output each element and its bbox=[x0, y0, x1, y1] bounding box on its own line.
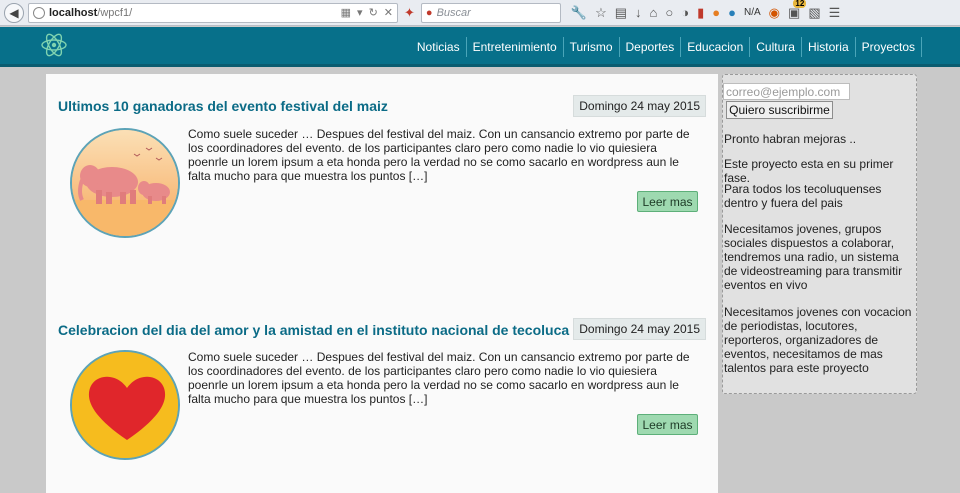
bookmark-star-icon[interactable]: ☆ bbox=[595, 5, 607, 21]
post-title[interactable]: Celebracion del dia del amor y la amista… bbox=[58, 322, 569, 338]
close-icon[interactable]: ✕ bbox=[384, 6, 393, 19]
pocket-icon[interactable]: ● bbox=[712, 5, 720, 20]
notifications-icon[interactable]: ▣ 12 bbox=[788, 0, 807, 21]
pdf-icon[interactable]: ▮ bbox=[697, 5, 704, 21]
main-nav: Noticias Entretenimiento Turismo Deporte… bbox=[417, 37, 922, 57]
sidebar-paragraph: Necesitamos jovenes, grupos sociales dis… bbox=[724, 222, 903, 292]
nav-item-educacion[interactable]: Educacion bbox=[681, 37, 751, 57]
addon-circle-icon[interactable]: ◑ bbox=[681, 5, 689, 20]
browser-toolbar: ◀ localhost/wpcf1/ ▦ ▾ ↻ ✕ ✦ ● Buscar 🔧 … bbox=[0, 0, 960, 26]
read-more-button[interactable]: Leer mas bbox=[637, 414, 698, 435]
atom-logo-icon[interactable] bbox=[40, 31, 68, 59]
rank-text: N/A bbox=[744, 7, 761, 18]
nav-item-cultura[interactable]: Cultura bbox=[750, 37, 802, 57]
elephants-image bbox=[72, 130, 178, 236]
dropdown-icon[interactable]: ▾ bbox=[357, 6, 363, 19]
nav-item-deportes[interactable]: Deportes bbox=[620, 37, 682, 57]
sidebar: Quiero suscribirme Pronto habran mejoras… bbox=[722, 74, 917, 394]
globe-icon bbox=[33, 6, 45, 19]
email-field[interactable] bbox=[723, 83, 850, 100]
search-box[interactable]: ● Buscar bbox=[420, 2, 561, 23]
sidebar-paragraph: Para todos los tecoluquenses dentro y fu… bbox=[724, 182, 882, 210]
main-content: Ultimos 10 ganadoras del evento festival… bbox=[46, 74, 718, 493]
reader-icon[interactable]: ▦ bbox=[341, 6, 351, 19]
nav-item-entretenimiento[interactable]: Entretenimiento bbox=[467, 37, 564, 57]
post-excerpt: Como suele suceder … Despues del festiva… bbox=[188, 127, 690, 183]
globe-addon-icon[interactable]: ● bbox=[728, 5, 736, 20]
clipboard-icon[interactable]: ▤ bbox=[615, 5, 627, 21]
back-button[interactable]: ◀ bbox=[4, 2, 24, 23]
url-path: /wpcf1/ bbox=[97, 6, 133, 19]
sidebar-paragraph: Necesitamos jovenes con vocacion de peri… bbox=[724, 305, 912, 375]
nav-item-noticias[interactable]: Noticias bbox=[417, 37, 467, 57]
home-icon[interactable]: ⌂ bbox=[650, 5, 658, 20]
post-title[interactable]: Ultimos 10 ganadoras del evento festival… bbox=[58, 98, 388, 114]
wrench-icon[interactable]: 🔧 bbox=[571, 5, 587, 21]
back-arrow-icon: ◀ bbox=[9, 5, 19, 20]
trash-icon[interactable]: ▧ bbox=[808, 5, 820, 21]
post-date: Domingo 24 may 2015 bbox=[573, 318, 706, 340]
read-more-button[interactable]: Leer mas bbox=[637, 191, 698, 212]
post-excerpt: Como suele suceder … Despues del festiva… bbox=[188, 350, 690, 406]
nav-item-historia[interactable]: Historia bbox=[802, 37, 856, 57]
addon-icon[interactable]: ✦ bbox=[404, 5, 415, 21]
palette-icon[interactable]: ◉ bbox=[769, 5, 780, 21]
nav-item-proyectos[interactable]: Proyectos bbox=[856, 37, 922, 57]
menu-icon[interactable]: ☰ bbox=[829, 5, 841, 21]
nav-item-turismo[interactable]: Turismo bbox=[564, 37, 620, 57]
search-engine-icon: ● bbox=[425, 6, 433, 19]
post-thumbnail[interactable] bbox=[70, 128, 180, 238]
sidebar-paragraph: Este proyecto esta en su primer fase. bbox=[724, 157, 894, 185]
url-host: localhost bbox=[49, 6, 98, 19]
site-header: Noticias Entretenimiento Turismo Deporte… bbox=[0, 27, 960, 67]
address-bar[interactable]: localhost/wpcf1/ ▦ ▾ ↻ ✕ bbox=[28, 2, 398, 23]
notifications-badge: 12 bbox=[793, 0, 807, 8]
reload-icon[interactable]: ↻ bbox=[369, 6, 378, 19]
sidebar-paragraph: Pronto habran mejoras .. bbox=[724, 132, 857, 146]
subscribe-button[interactable]: Quiero suscribirme bbox=[726, 101, 833, 119]
post-date: Domingo 24 may 2015 bbox=[573, 95, 706, 117]
chat-icon[interactable]: ○ bbox=[665, 5, 673, 20]
download-icon[interactable]: ↓ bbox=[635, 5, 642, 20]
post-thumbnail[interactable] bbox=[70, 350, 180, 460]
search-placeholder: Buscar bbox=[436, 6, 471, 19]
heart-image bbox=[72, 352, 178, 458]
